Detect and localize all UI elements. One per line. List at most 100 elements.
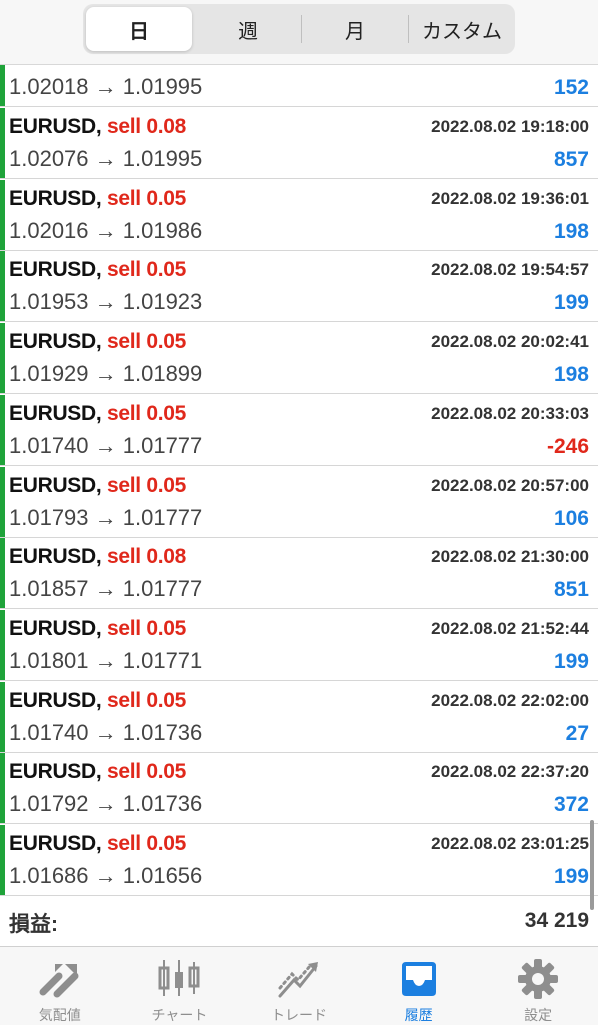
trade-symbol-text: EURUSD, <box>9 616 102 640</box>
trade-row[interactable]: EURUSD, sell 0.05 2022.08.02 20:33:03 1.01… <box>0 394 598 466</box>
trade-status-bar <box>0 681 5 752</box>
trade-prices: 1.01740 → 1.01777 <box>9 432 203 458</box>
trade-row[interactable]: EURUSD, sell 0.05 2022.08.02 22:37:20 1.01… <box>0 753 598 825</box>
trade-prices: 1.01793 → 1.01777 <box>9 504 203 530</box>
trade-time: 2022.08.02 20:33:03 <box>431 403 589 423</box>
trade-symbol: EURUSD, sell 0.05 <box>9 258 186 282</box>
trade-row[interactable]: EURUSD, sell 0.05 2022.08.02 20:02:41 1.01… <box>0 323 598 395</box>
trade-symbol-text: EURUSD, <box>9 401 102 425</box>
trade-row-partial[interactable]: 1.02018 → 1.01995 152 <box>0 65 598 107</box>
period-tab-month[interactable]: 月 <box>302 7 408 51</box>
trade-status-bar <box>0 179 5 250</box>
trade-time: 2022.08.02 22:02:00 <box>431 690 589 710</box>
tab-chart[interactable]: チャート <box>120 947 240 1025</box>
trade-row[interactable]: EURUSD, sell 0.08 2022.08.02 19:18:00 1.02… <box>0 108 598 179</box>
trade-symbol: EURUSD, sell 0.08 <box>9 545 186 569</box>
trade-time: 2022.08.02 20:02:41 <box>431 332 589 352</box>
trade-symbol-text: EURUSD, <box>9 330 102 354</box>
quotes-icon <box>39 964 79 998</box>
tab-quotes[interactable]: 気配値 <box>0 947 120 1025</box>
trade-side: sell 0.08 <box>106 545 187 569</box>
trade-row[interactable]: EURUSD, sell 0.05 2022.08.02 22:02:00 1.01… <box>0 681 598 753</box>
trade-prices: 1.02016 → 1.01986 <box>9 217 203 243</box>
trade-prices: 1.01686 → 1.01656 <box>9 863 203 888</box>
tab-chart-label: チャート <box>151 1007 208 1023</box>
trade-prices: 1.01929 → 1.01899 <box>9 361 203 387</box>
trade-symbol-text: EURUSD, <box>9 186 102 210</box>
tab-quotes-label: 気配値 <box>38 1007 81 1023</box>
trade-profit: 199 <box>553 649 589 673</box>
trade-symbol-text: EURUSD, <box>9 258 102 282</box>
trade-prices: 1.01740 → 1.01736 <box>9 719 203 745</box>
period-tab-day[interactable]: 日 <box>86 7 192 51</box>
trade-status-bar <box>0 323 5 394</box>
trade-symbol: EURUSD, sell 0.05 <box>9 474 186 498</box>
trade-prices: 1.02018 → 1.01995 <box>9 74 203 99</box>
trade-row[interactable]: EURUSD, sell 0.05 2022.08.02 20:57:00 1.01… <box>0 466 598 538</box>
period-segmented-control: 日 週 月 カスタム <box>83 4 515 54</box>
trade-side: sell 0.05 <box>106 401 187 425</box>
period-header: 日 週 月 カスタム <box>0 0 598 65</box>
trade-side: sell 0.05 <box>106 258 187 282</box>
period-tab-week[interactable]: 週 <box>195 7 301 51</box>
trade-row[interactable]: EURUSD, sell 0.05 2022.08.02 21:52:44 1.01… <box>0 609 598 681</box>
trade-row[interactable]: EURUSD, sell 0.05 2022.08.02 19:36:01 1.02… <box>0 179 598 251</box>
tab-settings[interactable]: 設定 <box>478 947 598 1025</box>
trade-side: sell 0.05 <box>106 688 187 712</box>
summary-label: 損益: <box>9 913 58 936</box>
trade-status-bar <box>0 538 5 609</box>
trade-symbol: EURUSD, sell 0.05 <box>9 187 186 211</box>
trade-side: sell 0.05 <box>106 186 187 210</box>
trade-side: sell 0.05 <box>106 330 187 354</box>
trade-profit: 27 <box>565 721 589 745</box>
trade-profit: 857 <box>553 148 589 171</box>
trade-symbol: EURUSD, sell 0.05 <box>9 617 186 641</box>
trade-symbol: EURUSD, sell 0.05 <box>9 402 186 426</box>
trade-status-bar <box>0 609 5 680</box>
trade-status-bar <box>0 251 5 322</box>
trade-side: sell 0.08 <box>106 115 187 138</box>
trade-symbol-text: EURUSD, <box>9 832 102 855</box>
trade-time: 2022.08.02 21:52:44 <box>431 618 589 638</box>
trade-status-bar <box>0 466 5 537</box>
trade-prices: 1.01857 → 1.01777 <box>9 576 203 602</box>
trade-symbol: EURUSD, sell 0.05 <box>9 832 186 856</box>
trade-prices: 1.01801 → 1.01771 <box>9 647 203 673</box>
history-inbox-icon <box>401 962 436 996</box>
trade-time: 2022.08.02 20:57:00 <box>431 475 589 495</box>
period-tab-custom[interactable]: カスタム <box>409 7 515 51</box>
trade-symbol: EURUSD, sell 0.08 <box>9 115 186 139</box>
trade-status-bar <box>0 65 5 106</box>
trade-side: sell 0.05 <box>106 832 187 855</box>
trade-symbol: EURUSD, sell 0.05 <box>9 330 186 354</box>
trade-symbol-text: EURUSD, <box>9 545 102 569</box>
summary-value: 34 219 <box>524 909 589 932</box>
trade-time: 2022.08.02 19:18:00 <box>431 117 589 136</box>
trade-side: sell 0.05 <box>106 760 187 784</box>
trade-row[interactable]: EURUSD, sell 0.08 2022.08.02 21:30:00 1.01… <box>0 538 598 610</box>
tab-history[interactable]: 履歴 <box>359 947 479 1025</box>
tab-trade[interactable]: トレード <box>239 947 359 1025</box>
trade-prices: 1.01792 → 1.01736 <box>9 791 203 817</box>
trade-symbol-text: EURUSD, <box>9 688 102 712</box>
trade-time: 2022.08.02 22:37:20 <box>431 762 589 782</box>
trade-row[interactable]: EURUSD, sell 0.05 2022.08.02 19:54:57 1.01… <box>0 251 598 323</box>
trade-profit: 199 <box>553 865 589 888</box>
tab-settings-label: 設定 <box>524 1007 553 1023</box>
trade-time: 2022.08.02 19:36:01 <box>431 188 589 208</box>
trade-prices: 1.01953 → 1.01923 <box>9 289 203 315</box>
trade-status-bar <box>0 753 5 824</box>
trade-prices: 1.02076 → 1.01995 <box>9 146 203 171</box>
candlestick-chart-icon <box>158 960 200 996</box>
gear-icon <box>518 959 559 999</box>
trade-row[interactable]: EURUSD, sell 0.05 2022.08.02 23:01:25 1.01… <box>0 825 598 896</box>
trade-profit: 372 <box>553 793 589 817</box>
trade-symbol: EURUSD, sell 0.05 <box>9 760 186 784</box>
scrollbar[interactable] <box>590 820 594 910</box>
bottom-tab-bar: 気配値 チャート トレード 履歴 設定 <box>0 946 598 1025</box>
tab-trade-label: トレード <box>270 1007 327 1023</box>
trade-symbol-text: EURUSD, <box>9 473 102 497</box>
trade-profit: 106 <box>553 506 589 530</box>
trade-time: 2022.08.02 23:01:25 <box>431 834 589 853</box>
trade-time: 2022.08.02 19:54:57 <box>431 260 589 280</box>
